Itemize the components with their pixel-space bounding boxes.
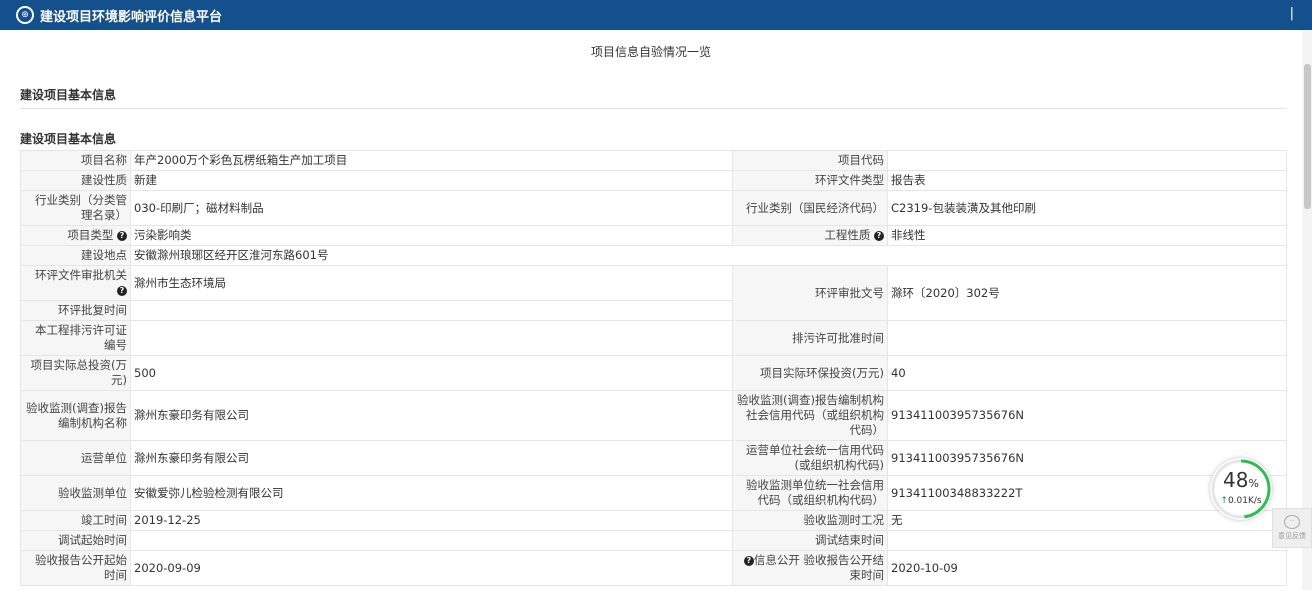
report-org-code-label: 验收监测(调查)报告编制机构社会信用代码（或组织机构代码） bbox=[732, 390, 888, 441]
feedback-button[interactable]: ·· 意见反馈 bbox=[1272, 508, 1312, 548]
publish-start-label: 验收报告公开起始时间 bbox=[20, 550, 131, 586]
operator-label: 运营单位 bbox=[20, 440, 131, 476]
monitor-org-label: 验收监测单位 bbox=[20, 475, 131, 511]
debug-end-value bbox=[887, 530, 1287, 551]
monitor-org-value: 安徽爱弥儿检验检测有限公司 bbox=[130, 475, 733, 511]
feedback-label: 意见反馈 bbox=[1278, 532, 1306, 540]
table-row: 验收监测单位 安徽爱弥儿检验检测有限公司 验收监测单位统一社会信用代码（或组织机… bbox=[20, 475, 1287, 511]
main-content: 项目信息自验情况一览 建设项目基本信息 建设项目基本信息 项目名称 年产2000… bbox=[0, 30, 1302, 590]
doc-type-value: 报告表 bbox=[887, 170, 1287, 191]
upload-arrow-icon: ↑ bbox=[1220, 496, 1228, 506]
page-title: 项目信息自验情况一览 bbox=[590, 45, 711, 59]
publish-end-value: 2020-10-09 bbox=[887, 550, 1287, 586]
approval-org-label-cell: 环评文件审批机关 ? bbox=[20, 265, 131, 301]
debug-start-value bbox=[130, 530, 733, 551]
publish-start-value: 2020-09-09 bbox=[130, 550, 733, 586]
approval-no-label: 环评审批文号 bbox=[732, 265, 888, 321]
project-code-label: 项目代码 bbox=[732, 150, 888, 171]
completion-time-label: 竣工时间 bbox=[20, 510, 131, 531]
report-org-value: 滁州东豪印务有限公司 bbox=[130, 390, 733, 441]
section-divider bbox=[20, 108, 1286, 109]
eng-nature-value: 非线性 bbox=[887, 225, 1287, 246]
table-row: 调试起始时间 调试结束时间 bbox=[20, 530, 1287, 551]
speed-rate: ↑0.01K/s bbox=[1210, 496, 1272, 506]
debug-end-label: 调试结束时间 bbox=[732, 530, 888, 551]
table-row: 项目名称 年产2000万个彩色瓦楞纸箱生产加工项目 项目代码 bbox=[20, 150, 1287, 171]
vertical-scrollbar[interactable] bbox=[1302, 30, 1312, 590]
doc-type-label: 环评文件类型 bbox=[732, 170, 888, 191]
help-icon[interactable]: ? bbox=[874, 230, 884, 241]
help-icon[interactable]: ? bbox=[117, 230, 127, 241]
approval-org-label: 环评文件审批机关 bbox=[35, 268, 127, 282]
table-row: 项目实际总投资(万元) 500 项目实际环保投资(万元) 40 bbox=[20, 355, 1287, 391]
location-label: 建设地点 bbox=[20, 245, 131, 266]
approval-no-value: 滁环〔2020〕302号 bbox=[887, 265, 1287, 321]
subsection-title-basic-info: 建设项目基本信息 bbox=[20, 132, 117, 146]
help-icon[interactable]: ? bbox=[743, 555, 754, 566]
eng-nature-label: 工程性质 bbox=[824, 228, 871, 242]
help-icon[interactable]: ? bbox=[117, 285, 127, 296]
debug-start-label: 调试起始时间 bbox=[20, 530, 131, 551]
section-title-basic-info: 建设项目基本信息 bbox=[20, 88, 117, 102]
table-row: 验收监测(调查)报告编制机构名称 滁州东豪印务有限公司 验收监测(调查)报告编制… bbox=[20, 390, 1287, 441]
nature-label: 建设性质 bbox=[20, 170, 131, 191]
speed-percent-value: 48 bbox=[1223, 468, 1249, 492]
eng-nature-label-cell: 工程性质 ? bbox=[732, 225, 888, 246]
operator-code-label: 运营单位社会统一信用代码(或组织机构代码) bbox=[732, 440, 888, 476]
table-row: 建设性质 新建 环评文件类型 报告表 bbox=[20, 170, 1287, 191]
report-org-code-value: 91341100395735676N bbox=[887, 390, 1287, 441]
table-row: 竣工时间 2019-12-25 验收监测时工况 无 bbox=[20, 510, 1287, 531]
env-invest-label: 项目实际环保投资(万元) bbox=[732, 355, 888, 391]
table-row: 项目类型 ? 污染影响类 工程性质 ? 非线性 bbox=[20, 225, 1287, 246]
monitor-org-code-label: 验收监测单位统一社会信用代码（或组织机构代码） bbox=[732, 475, 888, 511]
network-speed-widget[interactable]: 48% ↑0.01K/s bbox=[1210, 458, 1272, 520]
speed-percent: 48% bbox=[1210, 468, 1272, 492]
location-value: 安徽滁州琅琊区经开区淮河东路601号 bbox=[130, 245, 1287, 266]
permit-time-value bbox=[887, 320, 1287, 356]
approval-time-label: 环评批复时间 bbox=[20, 300, 131, 321]
report-org-label: 验收监测(调查)报告编制机构名称 bbox=[20, 390, 131, 441]
project-name-value: 年产2000万个彩色瓦楞纸箱生产加工项目 bbox=[130, 150, 733, 171]
table-row: 验收报告公开起始时间 2020-09-09 ? 信息公开 验收报告公开结束时间 2… bbox=[20, 550, 1287, 586]
table-row: 行业类别（分类管理名录） 030-印刷厂；磁材料制品 行业类别（国民经济代码） … bbox=[20, 190, 1287, 226]
industry-category-label: 行业类别（分类管理名录） bbox=[20, 190, 131, 226]
completion-time-value: 2019-12-25 bbox=[130, 510, 733, 531]
table-row: 本工程排污许可证编号 排污许可批准时间 bbox=[20, 320, 1287, 356]
approval-org-value: 滁州市生态环境局 bbox=[130, 265, 733, 301]
industry-national-code-value: C2319-包装装潢及其他印刷 bbox=[887, 190, 1287, 226]
table-row: 环评文件审批机关 ? 滁州市生态环境局 环评审批文号 滁环〔2020〕302号 bbox=[20, 265, 1287, 321]
project-type-value: 污染影响类 bbox=[130, 225, 733, 246]
top-header-bar: ⊕ 建设项目环境影响评价信息平台 | bbox=[0, 0, 1312, 30]
operator-value: 滁州东豪印务有限公司 bbox=[130, 440, 733, 476]
project-info-table: 项目名称 年产2000万个彩色瓦楞纸箱生产加工项目 项目代码 建设性质 新建 环… bbox=[20, 150, 1287, 586]
platform-logo-icon: ⊕ bbox=[16, 6, 34, 24]
project-code-value bbox=[887, 150, 1287, 171]
industry-category-value: 030-印刷厂；磁材料制品 bbox=[130, 190, 733, 226]
project-name-label: 项目名称 bbox=[20, 150, 131, 171]
env-invest-value: 40 bbox=[887, 355, 1287, 391]
info-public-label: 信息公开 bbox=[753, 553, 800, 567]
permit-no-value bbox=[130, 320, 733, 356]
publish-end-label: 验收报告公开结束时间 bbox=[803, 553, 885, 582]
approval-time-value bbox=[130, 300, 733, 321]
permit-no-label: 本工程排污许可证编号 bbox=[20, 320, 131, 356]
project-type-label-cell: 项目类型 ? bbox=[20, 225, 131, 246]
platform-title: 建设项目环境影响评价信息平台 bbox=[40, 9, 223, 25]
speed-rate-value: 0.01K/s bbox=[1227, 496, 1262, 506]
publish-end-label-cell: ? 信息公开 验收报告公开结束时间 bbox=[732, 550, 888, 586]
project-type-label: 项目类型 bbox=[67, 228, 114, 242]
monitor-status-label: 验收监测时工况 bbox=[732, 510, 888, 531]
industry-national-code-label: 行业类别（国民经济代码） bbox=[732, 190, 888, 226]
total-invest-value: 500 bbox=[130, 355, 733, 391]
chat-bubble-icon: ·· bbox=[1284, 515, 1300, 529]
nature-value: 新建 bbox=[130, 170, 733, 191]
speed-percent-unit: % bbox=[1248, 477, 1259, 490]
table-row: 运营单位 滁州东豪印务有限公司 运营单位社会统一信用代码(或组织机构代码) 91… bbox=[20, 440, 1287, 476]
scrollbar-thumb[interactable] bbox=[1304, 64, 1311, 209]
table-row: 建设地点 安徽滁州琅琊区经开区淮河东路601号 bbox=[20, 245, 1287, 266]
permit-time-label: 排污许可批准时间 bbox=[732, 320, 888, 356]
total-invest-label: 项目实际总投资(万元) bbox=[20, 355, 131, 391]
header-right-divider: | bbox=[1289, 6, 1294, 21]
